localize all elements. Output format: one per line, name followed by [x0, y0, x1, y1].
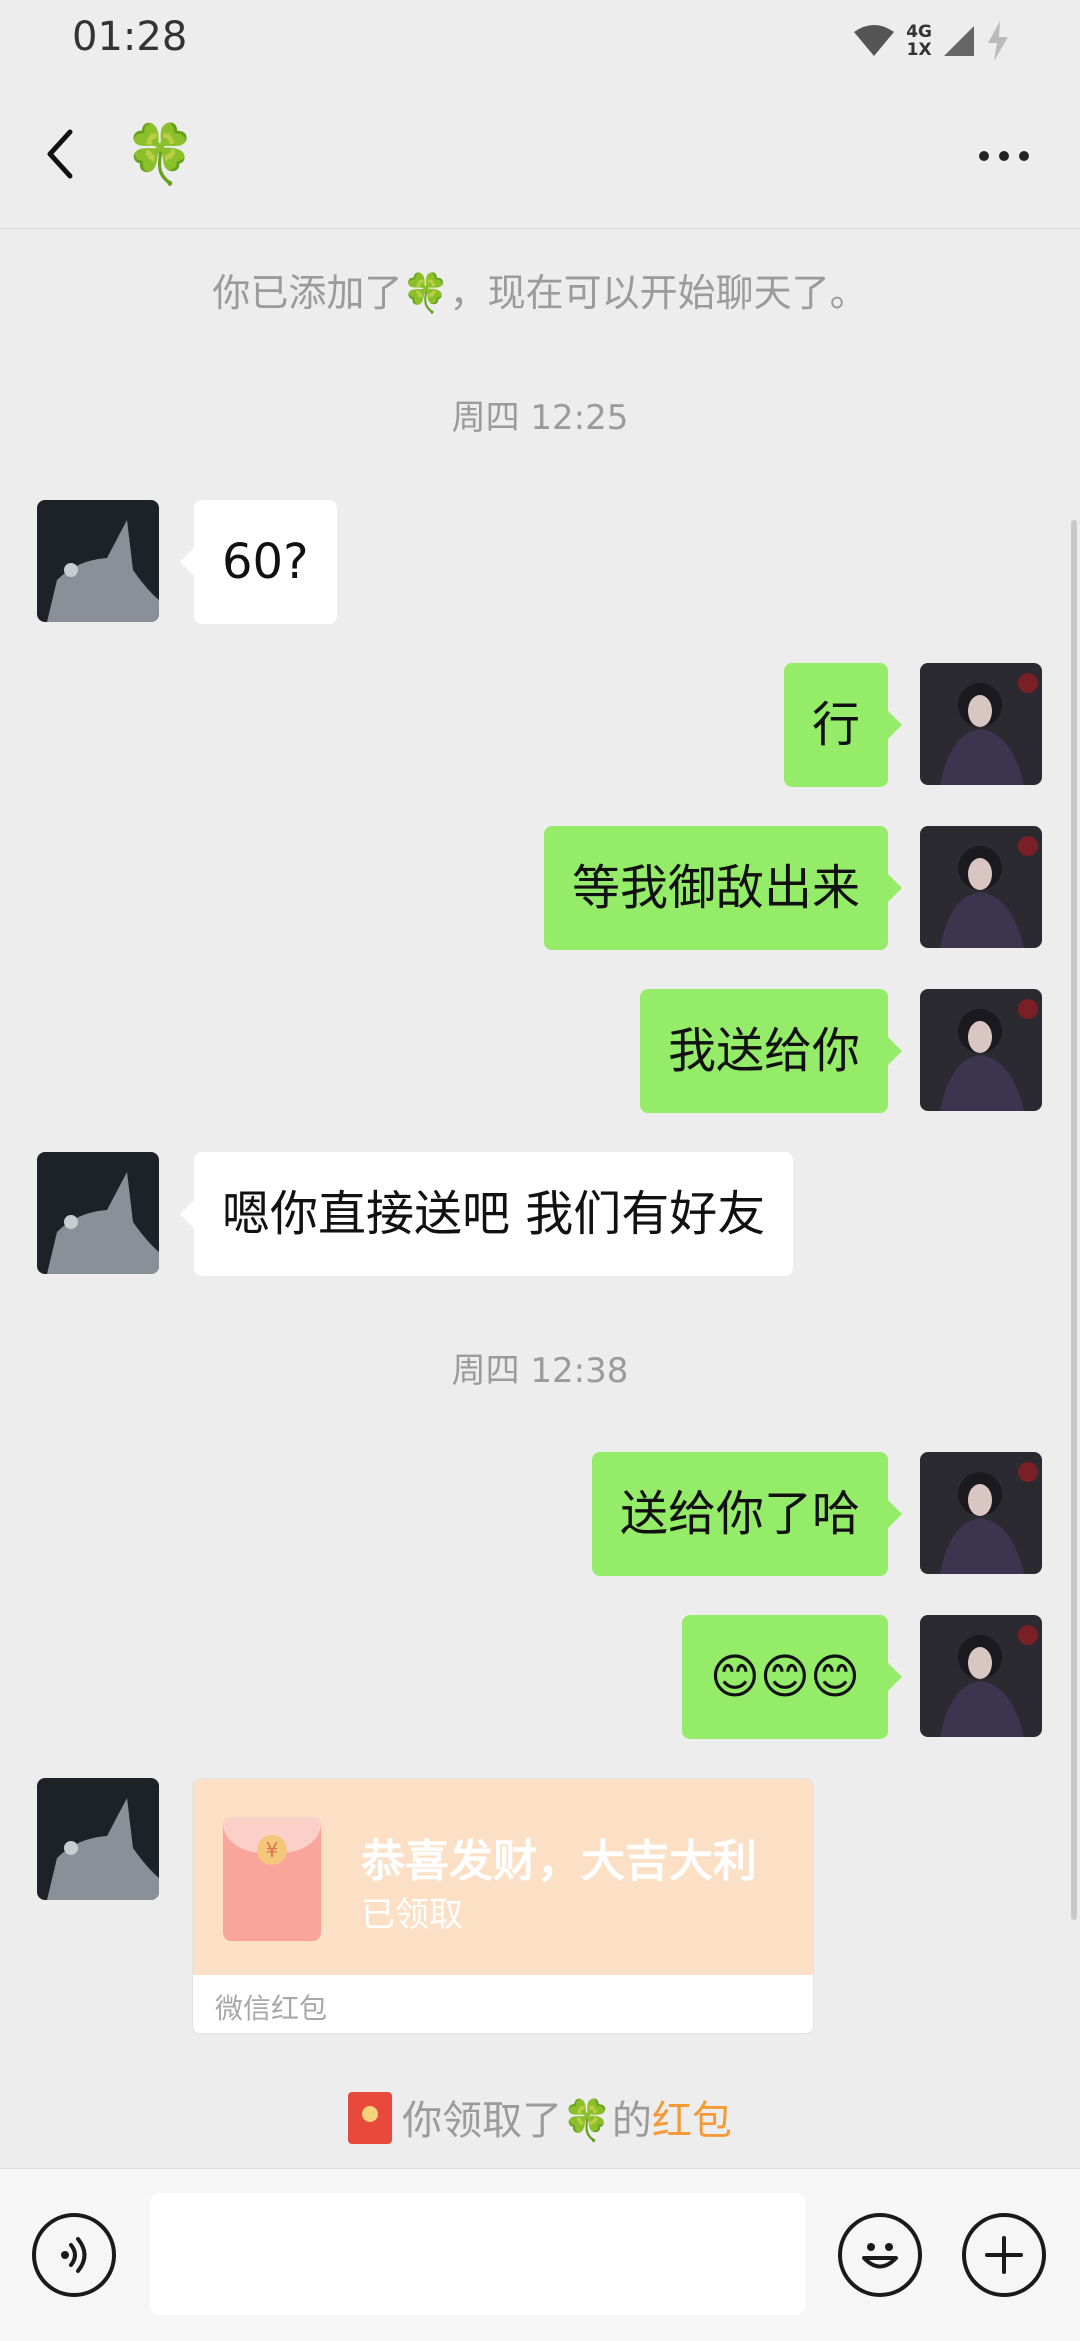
- signal-icon: [944, 26, 974, 56]
- red-packet-body: ¥ 恭喜发财，大吉大利 已领取: [193, 1779, 813, 1975]
- network-type: 4G: [906, 22, 932, 42]
- message-bubble-sent[interactable]: 送给你了哈: [591, 1452, 903, 1576]
- back-button[interactable]: [36, 118, 86, 190]
- status-time: 01:28: [72, 14, 188, 60]
- contact-avatar[interactable]: [37, 1152, 159, 1274]
- my-avatar[interactable]: [920, 1452, 1042, 1574]
- chevron-left-icon: [47, 129, 73, 179]
- red-packet-notice: 你领取了🍀的红包: [0, 2088, 1080, 2146]
- avatar-image: [920, 989, 1042, 1111]
- message-bubble-received[interactable]: 嗯你直接送吧 我们有好友: [179, 1152, 794, 1276]
- avatar-image: [920, 1452, 1042, 1574]
- avatar-image: [37, 1778, 159, 1900]
- time-separator: 周四 12:25: [451, 398, 629, 438]
- message-bubble-sent[interactable]: 我送给你: [639, 989, 903, 1113]
- network-label: 4G 1X: [906, 23, 932, 59]
- voice-icon: [61, 2237, 87, 2273]
- emoji-button[interactable]: [838, 2213, 922, 2297]
- smiley-icon: [862, 2243, 898, 2269]
- red-envelope-icon: ¥: [223, 1817, 321, 1941]
- message-input[interactable]: [150, 2193, 806, 2315]
- status-icons: 4G 1X: [852, 16, 1010, 66]
- message-bubble-received[interactable]: 60?: [180, 500, 337, 624]
- coin-icon: ¥: [257, 1835, 287, 1865]
- voice-button[interactable]: [32, 2213, 116, 2297]
- input-bar: [0, 2168, 1080, 2341]
- contact-avatar[interactable]: [37, 1778, 159, 1900]
- more-functions-button[interactable]: [962, 2213, 1046, 2297]
- red-packet-title: 恭喜发财，大吉大利: [361, 1836, 757, 1887]
- red-packet-message[interactable]: ¥ 恭喜发财，大吉大利 已领取 微信红包: [192, 1778, 814, 2034]
- contact-name: 🍀: [124, 120, 197, 188]
- red-packet-status: 已领取: [361, 1895, 463, 1935]
- plus-icon: [985, 2236, 1023, 2274]
- my-avatar[interactable]: [920, 989, 1042, 1111]
- more-dot-icon: [979, 151, 989, 161]
- message-bubble-sent[interactable]: 行: [783, 663, 903, 787]
- red-packet-icon: [348, 2092, 393, 2144]
- avatar-image: [920, 663, 1042, 785]
- notice-text: 你领取了🍀的: [402, 2098, 652, 2144]
- my-avatar[interactable]: [920, 1615, 1042, 1737]
- message-bubble-sent[interactable]: 😊😊😊: [681, 1615, 903, 1739]
- avatar-image: [920, 1615, 1042, 1737]
- red-packet-link[interactable]: 红包: [652, 2098, 732, 2144]
- network-sub: 1X: [906, 40, 932, 60]
- chat-header: 🍀: [0, 80, 1080, 229]
- contact-avatar[interactable]: [37, 500, 159, 622]
- scrollbar[interactable]: [1071, 520, 1077, 1920]
- message-bubble-sent[interactable]: 等我御敌出来: [543, 826, 903, 950]
- status-bar: 01:28 4G 1X: [0, 0, 1080, 80]
- avatar-image: [920, 826, 1042, 948]
- avatar-image: [37, 500, 159, 622]
- more-dot-icon: [999, 151, 1009, 161]
- system-message: 你已添加了🍀，现在可以开始聊天了。: [212, 271, 868, 315]
- charging-icon: [988, 21, 1008, 61]
- my-avatar[interactable]: [920, 663, 1042, 785]
- wifi-icon: [854, 25, 895, 56]
- avatar-image: [37, 1152, 159, 1274]
- more-dot-icon: [1019, 151, 1029, 161]
- time-separator: 周四 12:38: [451, 1351, 629, 1391]
- red-packet-footer: 微信红包: [215, 1992, 328, 2025]
- more-button[interactable]: [968, 120, 1040, 192]
- my-avatar[interactable]: [920, 826, 1042, 948]
